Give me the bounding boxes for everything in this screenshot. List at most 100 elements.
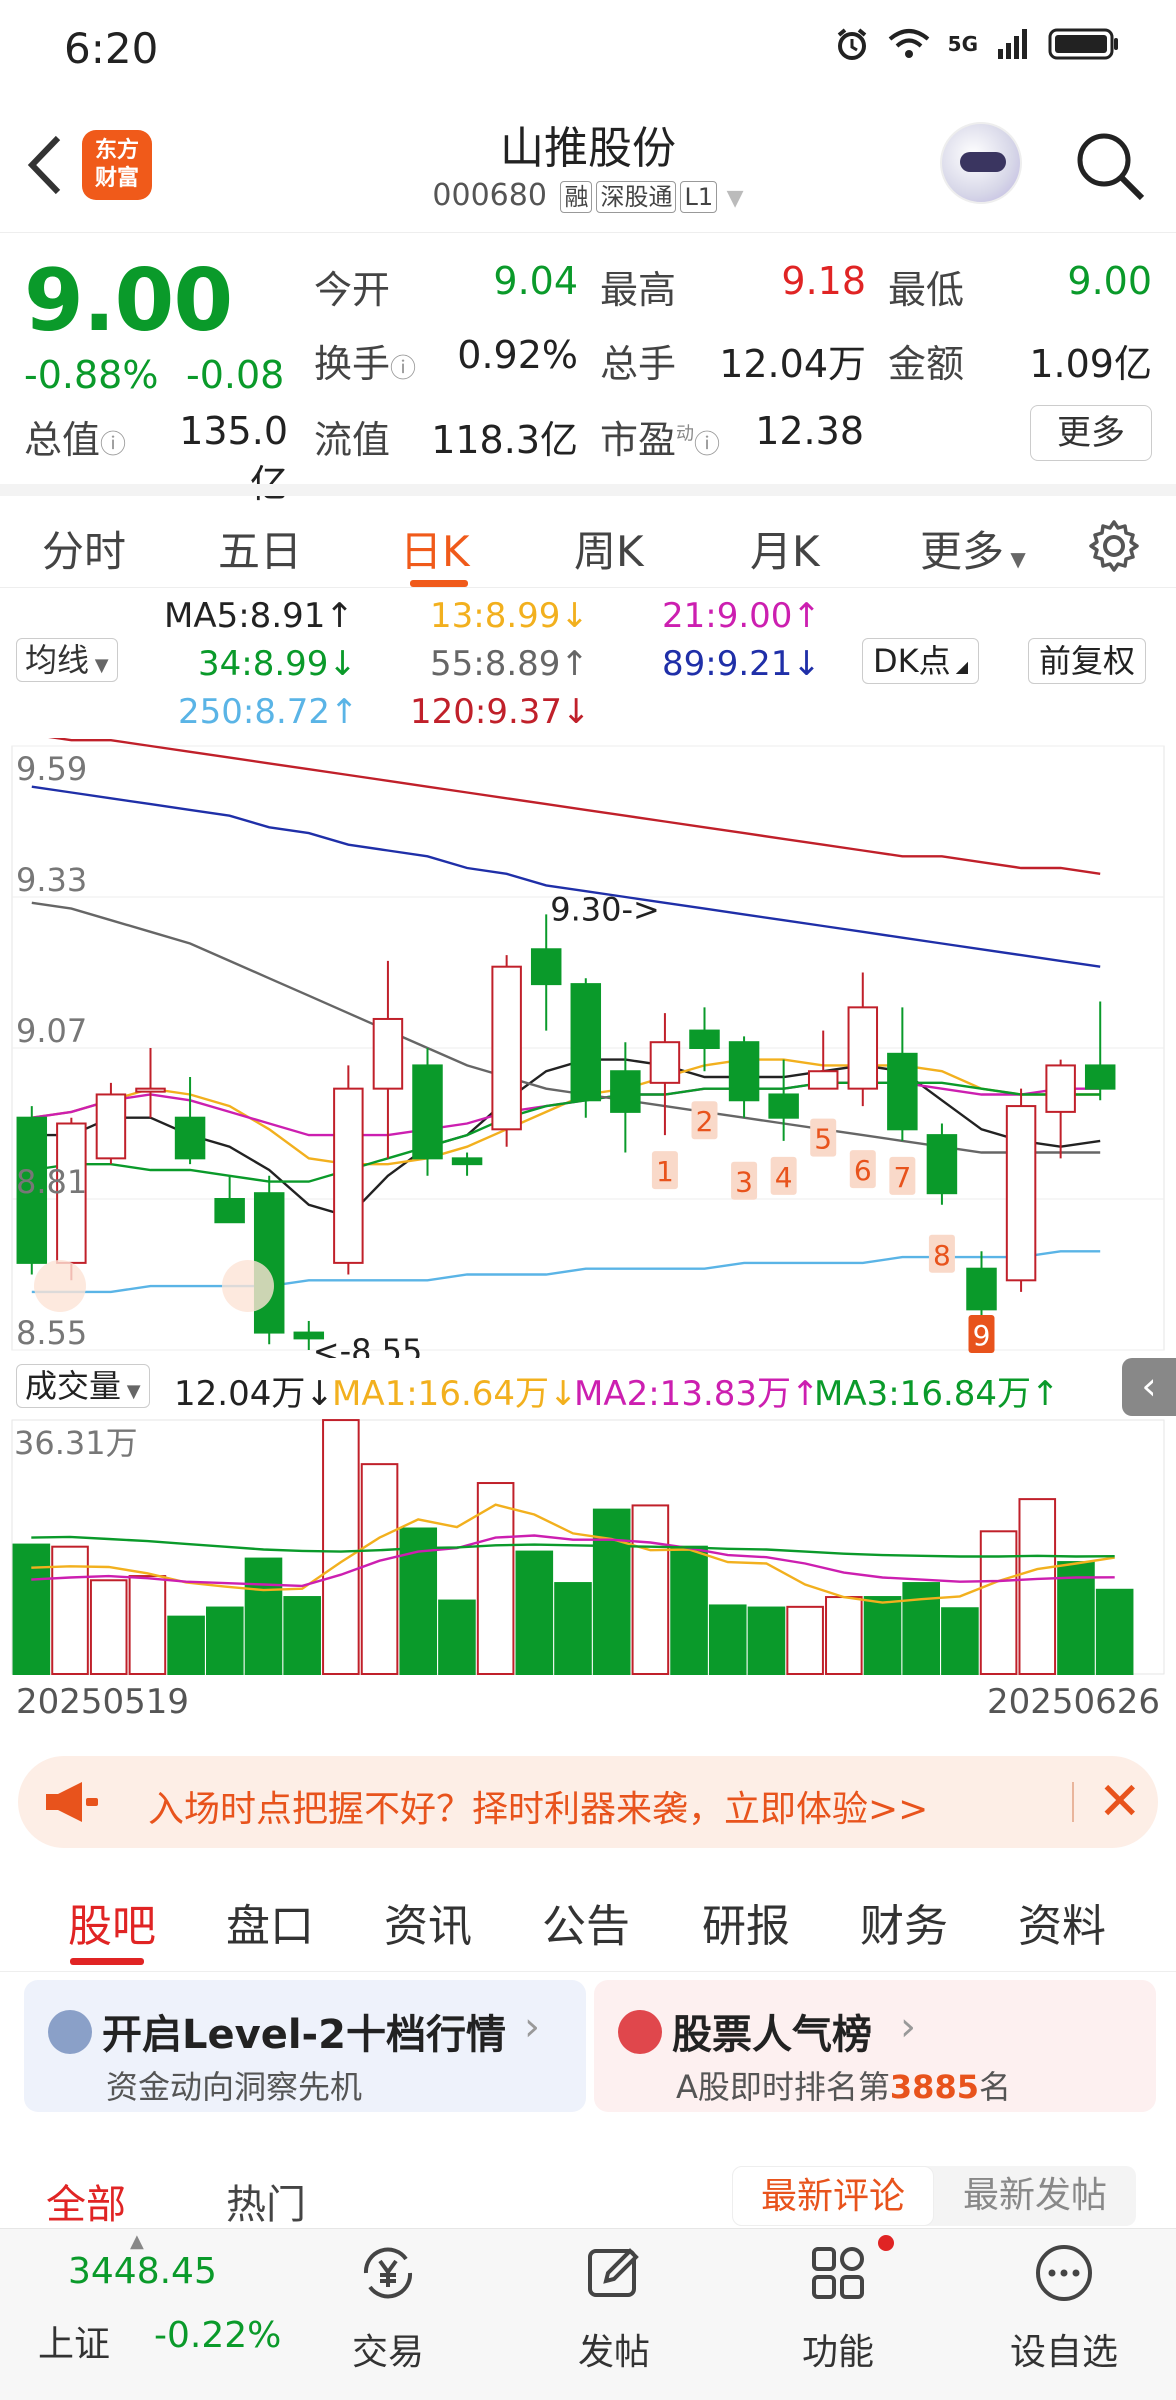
candle (807, 1030, 839, 1090)
close-icon[interactable]: ✕ (1098, 1772, 1142, 1832)
dk-marker: 9 (968, 1314, 995, 1353)
nav-post[interactable]: 发帖 (544, 2241, 684, 2375)
nav-post-label: 发帖 (577, 2332, 650, 2373)
tab-profile[interactable]: 资料 (1018, 1890, 1106, 1954)
volume-bar (786, 1605, 824, 1675)
status-time: 6:20 (64, 24, 159, 73)
status-bar: 6:20 5G (0, 0, 1176, 100)
promo-text: 入场时点把握不好？择时利器来袭，立即体验>> (148, 1789, 929, 1830)
collapse-panel-button[interactable]: ‹ (1122, 1358, 1176, 1416)
tab-forum[interactable]: 股吧 (68, 1890, 156, 1954)
connect-tag: 深股通 (596, 181, 677, 213)
tab-five-day[interactable]: 五日 (218, 518, 302, 579)
caret-down-icon[interactable]: ▼ (727, 186, 744, 211)
candle (1045, 1059, 1076, 1159)
pe-label: 市盈动ⓘ (600, 418, 721, 462)
change-percent: -0.88% (24, 353, 159, 397)
candle-body (135, 1087, 166, 1093)
volume-bar (1095, 1588, 1134, 1675)
stock-header: 东方 财富 山推股份 000680 融深股通 L1 ▼ (0, 100, 1176, 230)
candle-body (570, 983, 602, 1102)
high-marker: 9.30-> (550, 890, 660, 928)
candle-body (174, 1116, 206, 1160)
candle-body (610, 1070, 641, 1113)
high-label: 最高 (600, 268, 677, 312)
vol-ma3: MA3:16.84万↑ (814, 1374, 1060, 1414)
kline-chart[interactable]: 9.59 9.33 9.07 8.81 8.55 9.30-> <-8.55 123 456 7 8… (0, 738, 1176, 1358)
volume-value: 12.04万 (719, 342, 866, 386)
candle-body (333, 1087, 364, 1264)
candle (926, 1123, 958, 1205)
candle (768, 1059, 799, 1141)
last-price: 9.00 (24, 251, 233, 351)
volume-indicator-select[interactable]: 成交量 ▼ (16, 1364, 150, 1408)
info-icon[interactable]: ⓘ (694, 430, 720, 460)
tab-announcements[interactable]: 公告 (542, 1890, 630, 1954)
volume-bar (12, 1543, 51, 1675)
tab-financials[interactable]: 财务 (860, 1890, 948, 1954)
tab-news[interactable]: 资讯 (384, 1890, 472, 1954)
ma34-value: 34:8.99↓ (198, 644, 357, 684)
dk-marker: 1 (651, 1151, 678, 1190)
volume-chart[interactable]: 36.31万 (0, 1414, 1176, 1676)
volume-bar (89, 1579, 128, 1675)
change-amount: -0.08 (186, 353, 285, 397)
dk-marker-label: 5 (814, 1123, 832, 1156)
tab-daily-k[interactable]: 日K (400, 518, 470, 579)
tab-weekly-k[interactable]: 周K (574, 518, 644, 579)
nav-functions[interactable]: 功能 (768, 2241, 908, 2375)
caret-up-icon: ▲ (130, 2231, 144, 2252)
volume-total: 12.04万↓ (174, 1374, 334, 1414)
search-button[interactable] (1070, 126, 1150, 206)
candle-body (926, 1134, 958, 1195)
volume-bar (360, 1463, 399, 1675)
info-icon[interactable]: ⓘ (390, 354, 416, 384)
promo-banner[interactable]: 入场时点把握不好？择时利器来袭，立即体验>> ✕ (18, 1756, 1158, 1848)
popularity-title: 股票人气榜 (672, 2012, 872, 2058)
candle (649, 1013, 681, 1136)
dk-point-button[interactable]: DK点 ◢ (862, 638, 980, 684)
volume-legend: 成交量 ▼ 12.04万↓ MA1:16.64万↓ MA2:13.83万↑ MA… (0, 1358, 1176, 1416)
sort-latest-post[interactable]: 最新发帖 (934, 2166, 1136, 2226)
nav-trade[interactable]: 交易 (318, 2241, 458, 2375)
bottom-nav: ▲ 3448.45 上证 -0.22% 交易 发帖 功能 设自选 (0, 2228, 1176, 2400)
sort-latest-comment[interactable]: 最新评论 (732, 2166, 934, 2226)
feed-tabs: 全部 热门 最新评论 最新发帖 (0, 2150, 1176, 2228)
tab-intraday[interactable]: 分时 (42, 518, 126, 579)
candle (689, 1007, 720, 1072)
forward-adjust-button[interactable]: 前复权 (1028, 638, 1147, 684)
tab-hot[interactable]: 热门 (226, 2172, 306, 2230)
candle (1005, 1088, 1037, 1292)
promo-divider (1072, 1782, 1074, 1822)
popularity-card[interactable]: 股票人气榜 › A股即时排名第3885名 (594, 1980, 1156, 2112)
candle (1084, 1001, 1116, 1101)
candle (451, 1152, 483, 1176)
nav-add-watchlist[interactable]: 设自选 (994, 2241, 1134, 2375)
tab-more-periods[interactable]: 更多 ▼ (920, 518, 1026, 579)
low-label: 最低 (888, 268, 965, 312)
tab-research[interactable]: 研报 (702, 1890, 790, 1954)
candle-body (1045, 1064, 1076, 1113)
candle-body (95, 1093, 127, 1160)
tab-orderbook[interactable]: 盘口 (226, 1890, 314, 1954)
assistant-robot-avatar[interactable] (940, 122, 1022, 204)
nav-functions-label: 功能 (801, 2332, 874, 2373)
tab-monthly-k[interactable]: 月K (750, 518, 820, 579)
gear-icon[interactable] (1086, 518, 1142, 574)
megaphone-icon (46, 1782, 98, 1822)
ma55-value: 55:8.89↑ (430, 644, 589, 684)
dk-marker-label: 8 (933, 1239, 951, 1272)
level2-card[interactable]: 开启Level-2十档行情 › 资金动向洞察先机 (24, 1980, 586, 2112)
ma-type-select[interactable]: 均线 ▼ (16, 638, 118, 682)
dk-marker-label: 3 (735, 1166, 753, 1199)
more-quote-button[interactable]: 更多 (1030, 405, 1152, 461)
candle-body (768, 1093, 799, 1119)
index-change: -0.22% (154, 2315, 282, 2356)
amount-value: 1.09亿 (1029, 342, 1152, 386)
dk-marker: 6 (849, 1150, 876, 1189)
tab-all[interactable]: 全部 (46, 2172, 126, 2230)
candle-body (491, 965, 522, 1131)
info-icon[interactable]: ⓘ (100, 430, 126, 460)
index-value: 3448.45 (68, 2251, 217, 2292)
sort-toggle: 最新评论 最新发帖 (732, 2166, 1136, 2226)
